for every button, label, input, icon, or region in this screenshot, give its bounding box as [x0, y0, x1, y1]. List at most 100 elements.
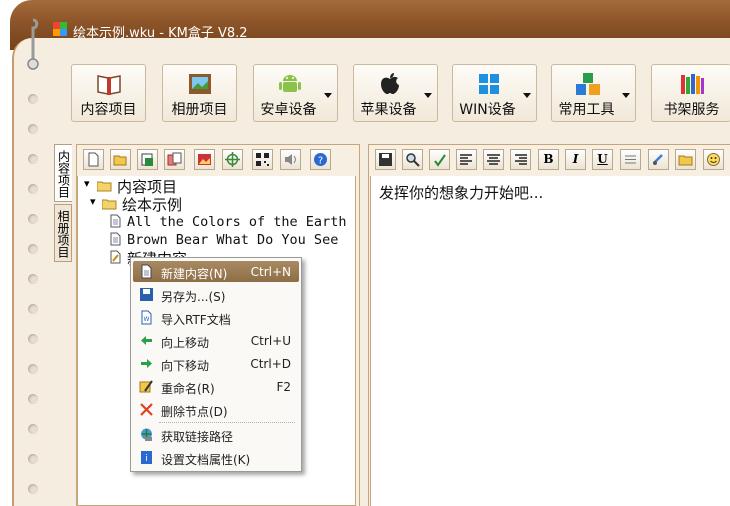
android-icon: [279, 75, 301, 92]
svg-text:W: W: [144, 316, 150, 323]
align-left-icon: [460, 154, 472, 165]
document-icon: [110, 232, 121, 246]
menu-separator: [159, 422, 295, 423]
menu-item-label: 向上移动: [161, 336, 210, 350]
folder-icon: [102, 199, 117, 210]
photo-album-icon: [188, 74, 211, 94]
app-logo-icon: [53, 22, 67, 36]
arrow-right-icon: [141, 359, 152, 368]
menu-item-move-down[interactable]: 向下移动 Ctrl+D: [133, 353, 299, 374]
root-collapse-icon[interactable]: ▾: [84, 178, 92, 189]
menu-item-label: 新建内容(N): [161, 267, 228, 281]
link-path-icon: [141, 428, 152, 441]
menu-item-label: 获取链接路径: [161, 430, 234, 444]
svg-text:?: ?: [318, 156, 323, 167]
document-icon: [110, 214, 121, 228]
menu-item-label: 向下移动: [161, 359, 210, 373]
align-right-tool-button[interactable]: [510, 149, 531, 170]
align-center-tool-button[interactable]: [483, 149, 504, 170]
menu-item-label: 删除节点(D): [161, 405, 228, 419]
app-window: 绘本示例.wku - KM盒子 V8.2 内容项目 相册项目 安卓设备 苹果设备…: [0, 0, 730, 506]
qrcode-tool-button[interactable]: [252, 149, 273, 170]
speaker-tool-button[interactable]: [280, 149, 301, 170]
android-device-button[interactable]: 安卓设备: [253, 64, 338, 122]
tree-item-node[interactable]: Brown Bear What Do You See: [127, 232, 338, 248]
tab-content-label: 内容项目: [56, 150, 71, 198]
spellcheck-tool-button[interactable]: [429, 149, 450, 170]
menu-item-doc-properties[interactable]: i 设置文档属性(K): [133, 447, 299, 468]
apple-device-button[interactable]: 苹果设备: [353, 64, 438, 122]
content-project-button[interactable]: 内容项目: [71, 64, 146, 122]
album-project-button[interactable]: 相册项目: [162, 64, 237, 122]
new-doc-button[interactable]: [83, 149, 104, 170]
help-tool-button[interactable]: ?: [310, 149, 331, 170]
underline-icon: U: [597, 152, 608, 166]
speaker-icon: [285, 154, 296, 165]
tree-item-node[interactable]: All the Colors of the Earth: [127, 214, 346, 230]
menu-item-label: 另存为...(S): [161, 290, 226, 304]
delete-icon: [140, 403, 153, 416]
folder-icon: [97, 181, 112, 192]
common-tools-label: 常用工具: [558, 102, 615, 118]
content-project-label: 内容项目: [80, 102, 137, 118]
emoji-tool-button[interactable]: [703, 149, 724, 170]
strikethrough-tool-button[interactable]: [620, 149, 641, 170]
menu-item-rename[interactable]: 重命名(R) F2: [133, 376, 299, 397]
editor-placeholder: 发挥你的想象力开始吧...: [379, 184, 544, 202]
tools-dropdown-chevron-icon[interactable]: [622, 93, 630, 98]
tab-album-project[interactable]: 相册项目: [54, 204, 72, 262]
tab-album-label: 相册项目: [56, 210, 70, 258]
emoji-icon: [707, 153, 720, 166]
menu-item-label: 设置文档属性(K): [161, 453, 251, 467]
win-device-label: WIN设备: [459, 102, 516, 118]
clear-format-icon: [653, 154, 663, 165]
bookshelf-service-label: 书架服务: [663, 102, 720, 118]
editor-area[interactable]: 发挥你的想象力开始吧...: [370, 176, 730, 506]
folder-collapse-icon[interactable]: ▾: [90, 196, 98, 207]
italic-tool-button[interactable]: I: [565, 149, 586, 170]
import-tool-button[interactable]: [164, 149, 185, 170]
rename-icon: [139, 380, 153, 393]
open-folder-button[interactable]: [110, 149, 131, 170]
bold-icon: B: [543, 152, 554, 166]
target-icon: [225, 152, 240, 167]
find-tool-button[interactable]: [402, 149, 423, 170]
align-left-tool-button[interactable]: [456, 149, 477, 170]
target-tool-button[interactable]: [222, 149, 243, 170]
bold-tool-button[interactable]: B: [538, 149, 559, 170]
bookshelf-service-button[interactable]: 书架服务: [651, 64, 730, 122]
win-dropdown-chevron-icon[interactable]: [523, 93, 531, 98]
menu-item-delete-node[interactable]: 删除节点(D): [133, 399, 299, 420]
win-device-button[interactable]: WIN设备: [452, 64, 537, 122]
tree-folder-node[interactable]: 绘本示例: [122, 194, 182, 215]
find-icon: [406, 153, 420, 167]
tools-icon: [576, 73, 600, 95]
menu-item-label: 导入RTF文档: [161, 313, 231, 327]
menu-item-save-as[interactable]: 另存为...(S): [133, 284, 299, 305]
import-icon: [167, 152, 182, 166]
image-tool-button[interactable]: [194, 149, 215, 170]
book-icon: [96, 75, 121, 95]
android-dropdown-chevron-icon[interactable]: [324, 93, 332, 98]
underline-tool-button[interactable]: U: [592, 149, 613, 170]
apple-device-label: 苹果设备: [360, 102, 417, 118]
common-tools-button[interactable]: 常用工具: [551, 64, 636, 122]
menu-item-shortcut: Ctrl+U: [250, 334, 291, 348]
save-icon: [379, 153, 392, 166]
menu-item-shortcut: F2: [276, 380, 291, 394]
align-right-icon: [515, 154, 527, 165]
menu-item-move-up[interactable]: 向上移动 Ctrl+U: [133, 330, 299, 351]
menu-item-new-content[interactable]: 新建内容(N) Ctrl+N: [133, 261, 299, 282]
save-as-tool-button[interactable]: [137, 149, 158, 170]
clear-format-tool-button[interactable]: [648, 149, 669, 170]
menu-item-shortcut: Ctrl+D: [250, 357, 291, 371]
insert-image-tool-button[interactable]: [675, 149, 696, 170]
context-menu: 新建内容(N) Ctrl+N 另存为...(S) W 导入RTF文档 向上移动 …: [130, 257, 302, 472]
apple-dropdown-chevron-icon[interactable]: [424, 93, 432, 98]
properties-icon: i: [141, 451, 152, 464]
tab-content-project[interactable]: 内容项目: [54, 144, 72, 202]
menu-item-get-link-path[interactable]: 获取链接路径: [133, 424, 299, 445]
menu-item-import-rtf[interactable]: W 导入RTF文档: [133, 307, 299, 328]
save-as-icon: [141, 153, 153, 166]
save-tool-button[interactable]: [375, 149, 396, 170]
